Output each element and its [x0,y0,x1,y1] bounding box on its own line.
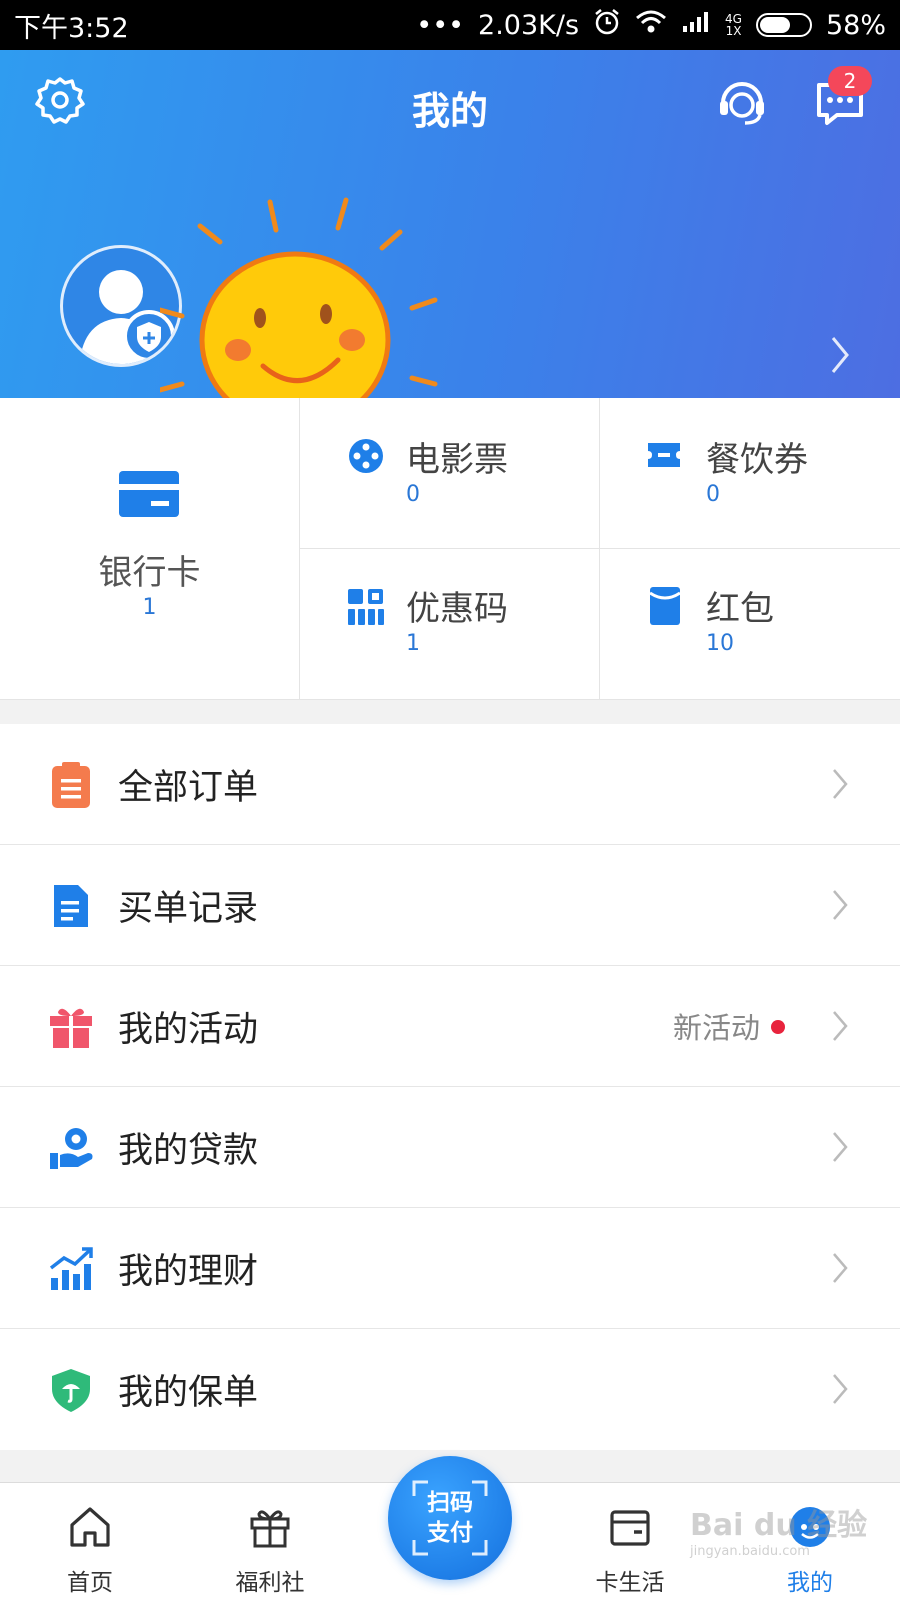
screen: 下午3:52 ••• 2.03K/s 4G 1X 58% 我的 2 银行卡 1 … [0,0,900,1600]
menu-list: 全部订单 买单记录 我的活动 新活动 我的贷款 我的理财 我的保单 [0,724,900,1450]
signal-icon [681,10,711,41]
menu-item-my-investments[interactable]: 我的理财 [0,1208,900,1329]
scan-to-pay-button[interactable]: 扫码 支付 [388,1456,512,1580]
wallet-icon [610,1510,650,1546]
menu-item-label: 我的保单 [118,1373,259,1413]
nav-card-life-label: 卡生活 [595,1570,665,1596]
new-activity-hint: 新活动 [672,1011,760,1045]
food-coupon-cell[interactable]: 餐饮券 0 [600,398,900,548]
red-packet-cell[interactable]: 红包 10 [600,549,900,700]
food-coupon-label: 餐饮券 [706,440,808,480]
gift-box-icon [250,1510,290,1548]
bank-card-icon [119,471,179,517]
customer-service-button[interactable] [712,72,772,132]
promo-code-count: 1 [406,631,420,656]
chevron-right-icon [833,1132,848,1162]
nav-home[interactable]: 首页 [20,1483,160,1600]
menu-item-my-activities[interactable]: 我的活动 新活动 [0,966,900,1087]
red-packet-label: 红包 [706,589,774,629]
chevron-right-icon [833,890,848,920]
status-time: 下午3:52 [14,12,129,44]
status-bar: 下午3:52 ••• 2.03K/s 4G 1X 58% [0,0,900,50]
menu-item-label: 我的贷款 [118,1130,259,1171]
chevron-right-icon [833,769,848,799]
chevron-right-icon [833,1374,848,1404]
nav-welfare[interactable]: 福利社 [200,1483,340,1600]
qr-code-icon [348,589,384,625]
menu-item-all-orders[interactable]: 全部订单 [0,724,900,845]
menu-item-my-policies[interactable]: 我的保单 [0,1329,900,1450]
chevron-right-icon [833,1253,848,1283]
nav-mine-label: 我的 [787,1570,833,1596]
food-coupon-count: 0 [706,482,720,507]
nav-welfare-label: 福利社 [235,1570,305,1596]
profile-header: 我的 2 [0,50,900,473]
menu-item-label: 买单记录 [118,888,259,929]
menu-item-label: 我的理财 [118,1251,259,1292]
movie-ticket-count: 0 [406,482,420,507]
hand-coin-icon [50,1128,93,1169]
document-icon [54,885,88,927]
profile-chevron-icon[interactable] [830,335,850,379]
home-icon [70,1507,110,1547]
red-packet-icon [650,587,680,625]
movie-ticket-label: 电影票 [406,440,508,480]
clipboard-icon [52,762,90,808]
bank-card-label: 银行卡 [98,553,201,593]
alarm-icon [593,8,621,43]
message-count-badge: 2 [828,66,872,96]
ticket-icon [648,443,680,467]
bar-chart-icon [49,1247,93,1290]
menu-item-label: 全部订单 [118,767,259,808]
battery-level: 58% [825,9,886,41]
headset-icon [720,82,764,125]
gift-icon [50,1008,92,1048]
scan-to-pay-label: 扫码 支付 [427,1490,473,1546]
wifi-icon [635,9,667,42]
promo-code-cell[interactable]: 优惠码 1 [300,549,599,700]
nav-card-life[interactable]: 卡生活 [560,1483,700,1600]
film-reel-icon [349,439,383,473]
network-speed: 2.03K/s [478,9,580,41]
menu-item-bill-records[interactable]: 买单记录 [0,845,900,966]
menu-item-my-loans[interactable]: 我的贷款 [0,1087,900,1208]
bank-card-count: 1 [142,595,157,620]
nav-home-label: 首页 [67,1570,113,1596]
status-more-dots: ••• [416,9,465,41]
battery-icon [755,13,812,37]
quick-access-grid: 银行卡 1 电影票 0 餐饮券 0 优惠码 1 红包 10 [0,398,900,700]
status-right: ••• 2.03K/s 4G 1X 58% [416,8,886,43]
baidu-jingyan-watermark: Bai du 经验 jingyan.baidu.com [690,1508,868,1559]
promo-code-label: 优惠码 [406,589,508,629]
shield-icon [52,1369,90,1412]
chevron-right-icon [833,1011,848,1041]
new-activity-dot [771,1020,785,1034]
network-type: 4G 1X [725,12,742,38]
bank-card-cell[interactable]: 银行卡 1 [0,398,299,700]
red-packet-count: 10 [706,631,734,656]
movie-ticket-cell[interactable]: 电影票 0 [300,398,599,548]
menu-item-label: 我的活动 [118,1009,259,1050]
